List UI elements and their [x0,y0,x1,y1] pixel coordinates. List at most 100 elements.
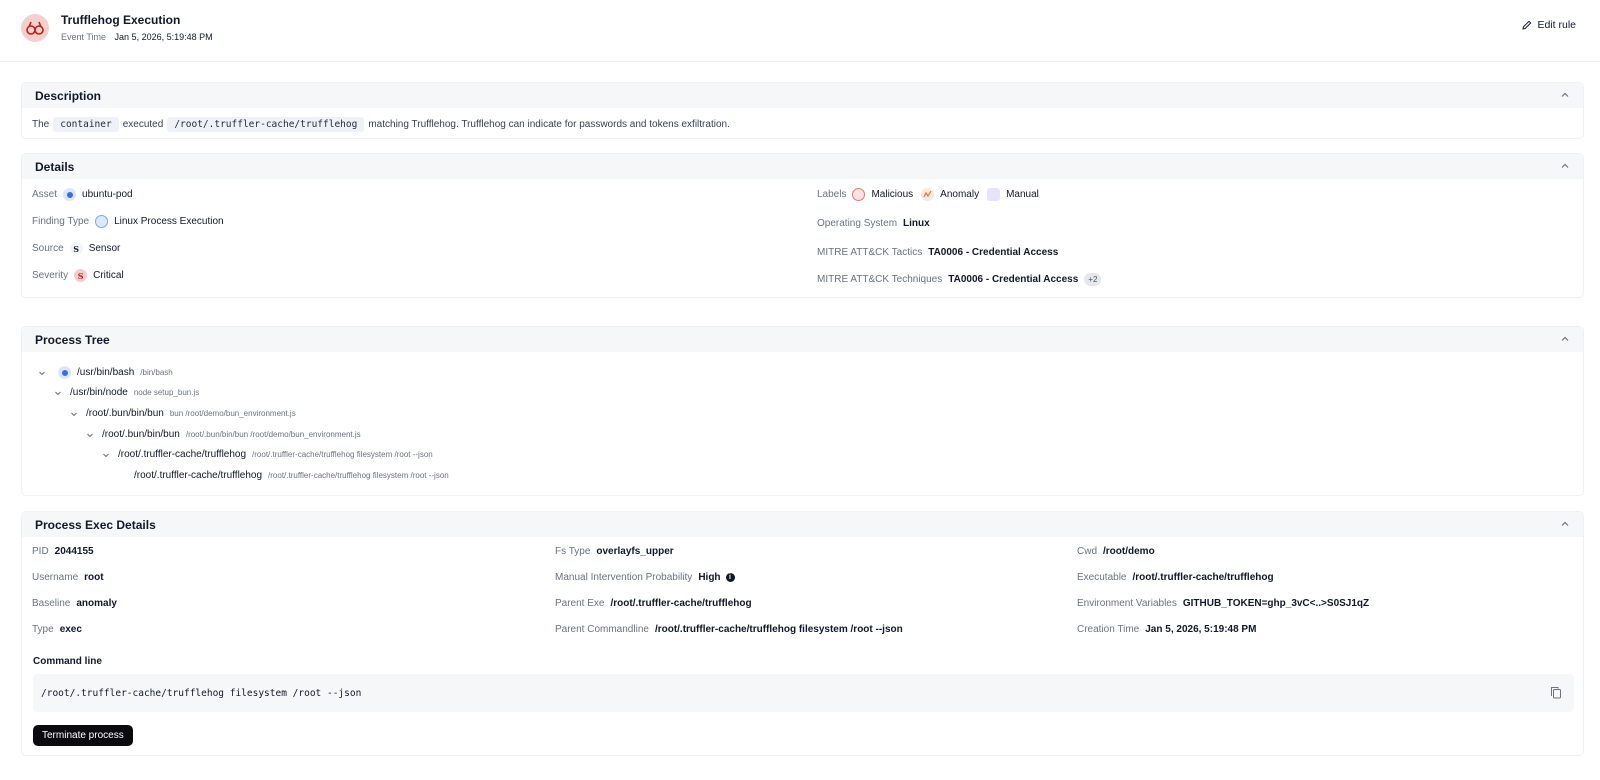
tree-node-cmd: bun /root/demo/bun_environment.js [169,409,296,418]
labels-label: Labels [817,189,847,200]
baseline-label: Baseline [32,598,71,609]
details-title: Details [35,160,75,174]
tree-node[interactable]: /root/.truffler-cache/trufflehog /root/.… [102,449,433,460]
parent-exe-label: Parent Exe [555,598,605,609]
pid-field: PID 2044155 [32,546,94,557]
chevron-down-icon[interactable] [70,410,80,418]
tree-node[interactable]: /root/.bun/bin/bun bun /root/demo/bun_en… [70,408,296,419]
pid-label: PID [32,546,49,557]
sensor-icon: S [69,242,83,255]
env-vars-value[interactable]: GITHUB_TOKEN=ghp_3vC<..>S0SJ1qZ [1183,598,1369,609]
pid-value: 2044155 [54,546,94,557]
label-malicious: Malicious [871,189,914,200]
chevron-up-icon[interactable] [1560,334,1570,344]
chevron-up-icon[interactable] [1560,519,1570,529]
description-verb: executed [122,119,164,130]
tree-node-path: /root/.truffler-cache/trufflehog [118,449,247,460]
source-label: Source [32,243,64,254]
pencil-icon [1522,20,1532,30]
executable-value: /root/.truffler-cache/trufflehog [1132,572,1274,583]
critical-severity-icon: S [74,269,88,282]
copy-icon[interactable] [1550,686,1562,699]
description-text: The container executed /root/.truffler-c… [22,108,1583,141]
chevron-down-icon[interactable] [86,431,96,439]
process-tree-header[interactable]: Process Tree [22,327,1583,352]
tree-node[interactable]: /usr/bin/node node setup_bun.js [54,387,199,398]
creation-time-label: Creation Time [1077,624,1140,635]
label-manual: Manual [1006,189,1039,200]
command-line-box: /root/.truffler-cache/trufflehog filesys… [33,674,1574,712]
info-icon[interactable]: i [725,573,735,582]
kubernetes-icon [58,366,71,379]
labels-field: Labels Malicious Anomaly Manual [817,188,1039,201]
entity-pill: container [53,117,119,132]
tree-node[interactable]: /root/.bun/bin/bun /root/.bun/bin/bun /r… [86,429,361,440]
process-exec-card: Process Exec Details PID 2044155 Usernam… [21,511,1584,756]
path-pill: /root/.truffler-cache/trufflehog [167,117,365,132]
severity-field: Severity S Critical [32,269,124,282]
process-exec-header[interactable]: Process Exec Details [22,512,1583,537]
tree-node-cmd: /root/.truffler-cache/trufflehog filesys… [268,471,449,480]
os-label: Operating System [817,218,898,229]
tree-node-path: /usr/bin/node [70,387,128,398]
os-field: Operating System Linux [817,218,930,229]
tree-node-path: /root/.bun/bin/bun [102,429,180,440]
process-tree-title: Process Tree [35,333,110,347]
techniques-more-badge[interactable]: +2 [1084,273,1102,286]
creation-time-field: Creation Time Jan 5, 2026, 5:19:48 PM [1077,624,1256,635]
command-line-value[interactable]: /root/.truffler-cache/trufflehog filesys… [41,688,361,699]
edit-rule-button[interactable]: Edit rule [1522,19,1576,31]
event-time-label: Event Time [61,32,107,42]
anomaly-icon [921,188,935,201]
command-line-label: Command line [33,656,102,667]
asset-label: Asset [32,189,58,200]
terminate-process-button[interactable]: Terminate process [33,725,133,746]
creation-time-value: Jan 5, 2026, 5:19:48 PM [1145,624,1257,635]
tree-node[interactable]: /usr/bin/bash /bin/bash [38,366,173,379]
event-time: Event Time Jan 5, 2026, 5:19:48 PM [61,32,213,42]
techniques-label: MITRE ATT&CK Techniques [817,274,943,285]
tree-node-cmd: /root/.truffler-cache/trufflehog filesys… [252,450,433,459]
parent-cmd-value: /root/.truffler-cache/trufflehog filesys… [654,624,903,635]
page-title: Trufflehog Execution [61,13,181,27]
finding-type-field: Finding Type Linux Process Execution [32,215,224,228]
process-tree-card: Process Tree /usr/bin/bash /bin/bash /us… [21,326,1584,496]
severity-value: Critical [93,270,124,281]
asset-field: Asset ubuntu-pod [32,188,133,201]
asset-value[interactable]: ubuntu-pod [82,189,133,200]
baseline-value: anomaly [76,598,117,609]
severity-label: Severity [32,270,69,281]
malicious-icon [852,188,866,201]
tactics-label: MITRE ATT&CK Tactics [817,247,923,258]
description-header[interactable]: Description [22,83,1583,108]
details-header[interactable]: Details [22,154,1583,179]
description-pre: The [32,119,50,130]
event-time-value: Jan 5, 2026, 5:19:48 PM [114,32,213,42]
executable-field: Executable /root/.truffler-cache/truffle… [1077,572,1274,583]
fs-type-label: Fs Type [555,546,591,557]
username-value: root [84,572,104,583]
cwd-label: Cwd [1077,546,1098,557]
finding-type-label: Finding Type [32,216,90,227]
fs-type-value: overlayfs_upper [596,546,674,557]
chevron-down-icon[interactable] [102,451,112,459]
tree-node[interactable]: /root/.truffler-cache/trufflehog /root/.… [134,470,449,481]
tactics-value: TA0006 - Credential Access [928,247,1059,258]
description-card: Description The container executed /root… [21,82,1584,139]
tree-node-cmd: node setup_bun.js [133,388,200,397]
chevron-down-icon[interactable] [38,369,48,377]
type-value: exec [59,624,82,635]
process-exec-title: Process Exec Details [35,518,156,532]
os-value: Linux [903,218,930,229]
parent-cmd-label: Parent Commandline [555,624,649,635]
source-value: Sensor [88,243,121,254]
edit-rule-label: Edit rule [1537,19,1576,31]
chevron-up-icon[interactable] [1560,90,1570,100]
tree-node-path: /root/.bun/bin/bun [86,408,164,419]
mip-label: Manual Intervention Probability [555,572,693,583]
finding-type-value: Linux Process Execution [114,216,224,227]
manual-icon [987,188,1001,201]
techniques-field: MITRE ATT&CK Techniques TA0006 - Credent… [817,273,1102,286]
chevron-up-icon[interactable] [1560,161,1570,171]
chevron-down-icon[interactable] [54,389,64,397]
